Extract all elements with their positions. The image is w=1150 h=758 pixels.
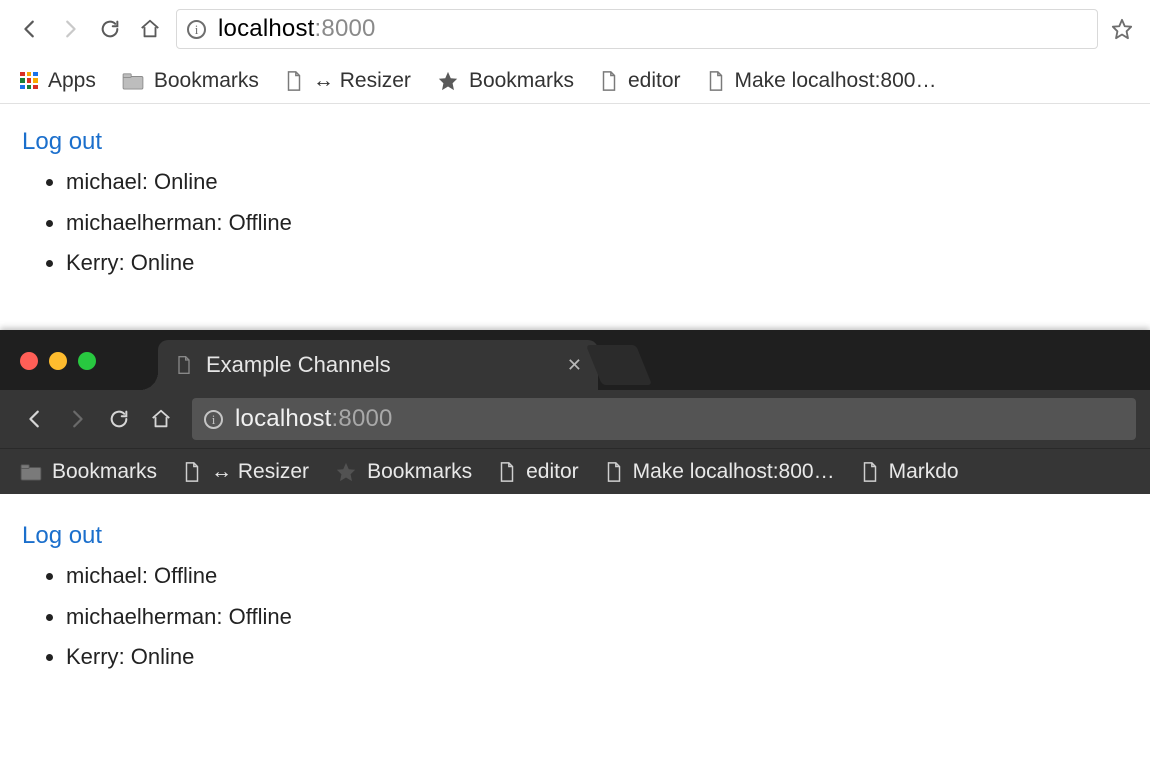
address-bar[interactable]: i localhost:8000 bbox=[192, 398, 1136, 440]
bookmark-star-button[interactable] bbox=[1104, 18, 1140, 40]
bookmark-resizer[interactable]: ↔ Resizer bbox=[285, 69, 411, 93]
bookmark-label: Bookmarks bbox=[154, 69, 259, 93]
folder-icon bbox=[122, 72, 144, 90]
bookmark-apps[interactable]: Apps bbox=[20, 69, 96, 93]
page-icon bbox=[183, 461, 201, 483]
reload-button[interactable] bbox=[98, 408, 140, 430]
zoom-window-button[interactable] bbox=[78, 352, 96, 370]
page-icon bbox=[861, 461, 879, 483]
logout-link[interactable]: Log out bbox=[22, 128, 102, 155]
bookmarks-bar: Apps Bookmarks ↔ Resizer Bookmarks edito… bbox=[0, 58, 1150, 104]
bookmark-star-folder[interactable]: Bookmarks bbox=[335, 460, 472, 484]
list-item: michaelherman: Offline bbox=[66, 597, 1128, 638]
bookmark-resizer[interactable]: ↔ Resizer bbox=[183, 460, 309, 484]
forward-button[interactable] bbox=[56, 408, 98, 430]
reload-button[interactable] bbox=[90, 18, 130, 40]
page-icon bbox=[707, 70, 725, 92]
back-button[interactable] bbox=[10, 18, 50, 40]
bookmark-label: Bookmarks bbox=[367, 460, 472, 484]
bookmark-label: editor bbox=[628, 69, 681, 93]
bookmark-make-localhost[interactable]: Make localhost:800… bbox=[605, 460, 835, 484]
page-icon bbox=[605, 461, 623, 483]
site-info-icon[interactable]: i bbox=[187, 20, 206, 39]
bookmark-make-localhost[interactable]: Make localhost:800… bbox=[707, 69, 937, 93]
browser-window-dark: Example Channels ✕ i localhost:8000 Book… bbox=[0, 330, 1150, 758]
close-window-button[interactable] bbox=[20, 352, 38, 370]
url-text: localhost:8000 bbox=[235, 405, 393, 433]
bookmark-label: Markdo bbox=[889, 460, 959, 484]
tab-close-button[interactable]: ✕ bbox=[567, 355, 582, 376]
bookmark-label: Make localhost:800… bbox=[633, 460, 835, 484]
user-status-list: michael: Offline michaelherman: Offline … bbox=[66, 556, 1128, 678]
tab-title: Example Channels bbox=[206, 352, 553, 378]
folder-icon bbox=[20, 463, 42, 481]
user-status-list: michael: Online michaelherman: Offline K… bbox=[66, 162, 1128, 284]
page-content: Log out michael: Online michaelherman: O… bbox=[0, 104, 1150, 308]
minimize-window-button[interactable] bbox=[49, 352, 67, 370]
home-button[interactable] bbox=[140, 408, 182, 430]
list-item: michael: Online bbox=[66, 162, 1128, 203]
list-item: michaelherman: Offline bbox=[66, 203, 1128, 244]
titlebar: Example Channels ✕ bbox=[0, 330, 1150, 390]
browser-tab[interactable]: Example Channels ✕ bbox=[158, 340, 598, 390]
list-item: Kerry: Online bbox=[66, 637, 1128, 678]
bookmark-label: Bookmarks bbox=[52, 460, 157, 484]
home-button[interactable] bbox=[130, 18, 170, 40]
apps-icon bbox=[20, 72, 38, 90]
url-text: localhost:8000 bbox=[218, 15, 376, 43]
nav-toolbar: i localhost:8000 bbox=[0, 390, 1150, 448]
logout-link[interactable]: Log out bbox=[22, 522, 102, 549]
bookmark-markdown[interactable]: Markdo bbox=[861, 460, 959, 484]
bookmark-label: Bookmarks bbox=[469, 69, 574, 93]
address-bar[interactable]: i localhost:8000 bbox=[176, 9, 1098, 49]
list-item: michael: Offline bbox=[66, 556, 1128, 597]
back-button[interactable] bbox=[14, 408, 56, 430]
list-item: Kerry: Online bbox=[66, 243, 1128, 284]
bookmarks-bar: Bookmarks ↔ Resizer Bookmarks editor Mak… bbox=[0, 448, 1150, 494]
bookmark-folder[interactable]: Bookmarks bbox=[122, 69, 259, 93]
nav-toolbar: i localhost:8000 bbox=[0, 0, 1150, 58]
bookmark-editor[interactable]: editor bbox=[600, 69, 681, 93]
page-icon bbox=[176, 355, 192, 375]
page-icon bbox=[600, 70, 618, 92]
page-icon bbox=[285, 70, 303, 92]
bookmark-folder[interactable]: Bookmarks bbox=[20, 460, 157, 484]
page-content: Log out michael: Offline michaelherman: … bbox=[0, 494, 1150, 758]
bookmark-label: ↔ Resizer bbox=[211, 460, 309, 484]
browser-window-light: i localhost:8000 Apps Bookmarks ↔ Resize… bbox=[0, 0, 1150, 308]
bookmark-label: Apps bbox=[48, 69, 96, 93]
bookmark-label: ↔ Resizer bbox=[313, 69, 411, 93]
forward-button[interactable] bbox=[50, 18, 90, 40]
window-controls bbox=[0, 352, 158, 390]
bookmark-star-folder[interactable]: Bookmarks bbox=[437, 69, 574, 93]
star-icon bbox=[437, 70, 459, 92]
page-icon bbox=[498, 461, 516, 483]
bookmark-label: editor bbox=[526, 460, 579, 484]
bookmark-editor[interactable]: editor bbox=[498, 460, 579, 484]
star-icon bbox=[335, 461, 357, 483]
site-info-icon[interactable]: i bbox=[204, 410, 223, 429]
bookmark-label: Make localhost:800… bbox=[735, 69, 937, 93]
